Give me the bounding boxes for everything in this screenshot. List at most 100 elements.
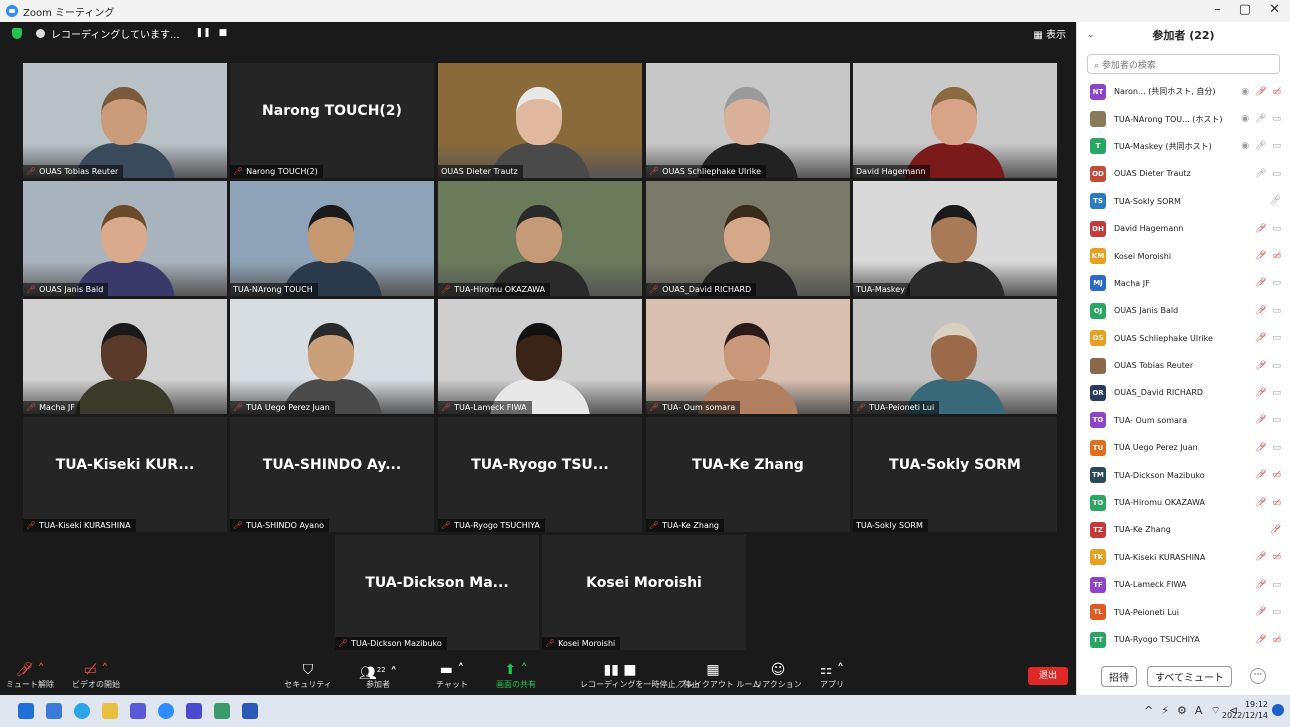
video-on-icon: ▭ <box>1272 360 1281 371</box>
file-explorer-icon[interactable] <box>102 703 118 719</box>
video-tile[interactable]: TUA-Dickson Ma... 🎤︎ TUA-Dickson Mazibuko <box>335 535 539 650</box>
apps-icon: ⚏ ˄ <box>819 662 844 678</box>
recording-icon: ◉ <box>1241 114 1250 125</box>
start-video-button[interactable]: ▭̸ ˄ ビデオの開始 <box>66 661 126 690</box>
clock[interactable]: 19:12 2022/12/14 <box>1222 699 1268 721</box>
video-tile[interactable]: 🎤︎ OUAS Janis Bald <box>23 181 227 296</box>
video-tile[interactable]: 🎤︎ TUA Uego Perez Juan <box>230 299 434 414</box>
video-tile[interactable]: TUA-Ryogo TSU... 🎤︎ TUA-Ryogo TSUCHIYA <box>438 417 642 532</box>
stop-recording-button[interactable]: ■ <box>219 28 228 38</box>
participant-row[interactable]: OS OUAS Schliephake Ulrike 🎤︎̸ ▭ <box>1077 325 1290 352</box>
zoom-taskbar-icon[interactable] <box>158 703 174 719</box>
participant-row[interactable]: TS TUA-Sokly SORM 🎤︎ <box>1077 188 1290 215</box>
recording-control-button[interactable]: ▮▮ ■ レコーディングを一時停止／停止 <box>580 661 699 690</box>
participant-row[interactable]: MJ Macha JF 🎤︎̸ ▭ <box>1077 270 1290 297</box>
invite-button[interactable]: 招待 <box>1101 666 1137 687</box>
participant-row[interactable]: TZ TUA-Ke Zhang 🎤︎̸ <box>1077 516 1290 543</box>
participant-name: TUA-Ke Zhang <box>1114 525 1171 535</box>
participants-button[interactable]: 👥︎22 ˄ 参加者 <box>348 661 408 690</box>
app-taskbar-icon[interactable] <box>186 703 202 719</box>
tile-name-text: TUA-Maskey <box>856 285 905 294</box>
view-button[interactable]: ▦ 表示 <box>1033 26 1066 41</box>
participant-search-input[interactable]: ⌕ 参加者の検索 <box>1087 54 1280 74</box>
app2-taskbar-icon[interactable] <box>214 703 230 719</box>
participant-row[interactable]: TF TUA-Lameck FIWA 🎤︎̸ ▭ <box>1077 571 1290 598</box>
video-tile[interactable]: 🎤︎ Macha JF <box>23 299 227 414</box>
video-tile[interactable]: 🎤︎ TUA-Peioneti Lui <box>853 299 1057 414</box>
wifi-icon[interactable]: ⌔ <box>1210 704 1220 718</box>
encryption-shield-icon[interactable] <box>12 27 22 39</box>
pause-recording-button[interactable]: ❚❚ <box>196 28 211 38</box>
leave-button[interactable]: 退出 <box>1028 667 1068 685</box>
windows-start-icon[interactable] <box>18 703 34 719</box>
video-tile[interactable]: TUA-NArong TOUCH <box>230 181 434 296</box>
participant-row[interactable]: TUA-NArong TOU... (ホスト) ◉ 🎤︎ ▭ <box>1077 105 1290 132</box>
participant-row[interactable]: KM Kosei Moroishi 🎤︎̸ ▭̸ <box>1077 242 1290 269</box>
tray-settings-icon[interactable]: ⚙ <box>1177 704 1187 718</box>
tray-chevron-icon[interactable]: ^ <box>1144 704 1153 718</box>
breakout-rooms-button[interactable]: ▦ ブレイクアウト ルーム <box>678 661 760 690</box>
notification-icon[interactable] <box>1272 704 1284 716</box>
chevron-down-icon[interactable]: ⌄ <box>1087 30 1095 40</box>
participant-row[interactable]: TM TUA-Dickson Mazibuko 🎤︎̸ ▭̸ <box>1077 461 1290 488</box>
participant-row[interactable]: TT TUA-Ryogo TSUCHIYA 🎤︎̸ ▭̸ <box>1077 626 1290 653</box>
maximize-button[interactable]: ▢ <box>1239 2 1251 17</box>
ime-indicator[interactable]: A <box>1195 704 1203 718</box>
apps-button[interactable]: ⚏ ˄ アプリ <box>802 661 862 690</box>
tile-name-text: TUA-Hiromu OKAZAWA <box>454 285 546 294</box>
tile-display-name: TUA-Ke Zhang <box>692 457 804 474</box>
participant-row[interactable]: TO TUA-Hiromu OKAZAWA 🎤︎̸ ▭̸ <box>1077 489 1290 516</box>
participant-name: TUA- Oum somara <box>1114 415 1188 425</box>
video-tile[interactable]: TUA-Sokly SORM TUA-Sokly SORM <box>853 417 1057 532</box>
participant-status-icons: 🎤︎̸ ▭ <box>1255 306 1281 316</box>
edge-browser-icon[interactable] <box>74 703 90 719</box>
participant-row[interactable]: OD OUAS Dieter Trautz 🎤︎ ▭ <box>1077 160 1290 187</box>
close-button[interactable]: ✕ <box>1269 2 1280 17</box>
reactions-button[interactable]: ☺ リアクション <box>748 661 808 690</box>
minimize-button[interactable]: – <box>1214 2 1221 17</box>
participant-row[interactable]: TL TUA-Peioneti Lui 🎤︎̸ ▭ <box>1077 598 1290 625</box>
chat-button[interactable]: ▬ ˄ チャット <box>422 661 482 690</box>
video-tile[interactable]: 🎤︎ OUAS_David RICHARD <box>646 181 850 296</box>
video-tile[interactable]: 🎤︎ TUA-Lameck FIWA <box>438 299 642 414</box>
video-tile[interactable]: TUA-Ke Zhang 🎤︎ TUA-Ke Zhang <box>646 417 850 532</box>
video-tile[interactable]: TUA-Kiseki KUR... 🎤︎ TUA-Kiseki KURASHINA <box>23 417 227 532</box>
participant-row[interactable]: OR OUAS_David RICHARD 🎤︎̸ ▭ <box>1077 379 1290 406</box>
search-taskbar-icon[interactable] <box>46 703 62 719</box>
participant-row[interactable]: DH David Hagemann 🎤︎̸ ▭ <box>1077 215 1290 242</box>
video-tile[interactable]: TUA-Maskey <box>853 181 1057 296</box>
share-screen-button[interactable]: ⬆ ˄ 画面の共有 <box>486 661 546 690</box>
video-tile[interactable]: Narong TOUCH(2) 🎤︎ Narong TOUCH(2) <box>230 63 434 178</box>
video-tile[interactable]: 🎤︎ TUA- Oum somara <box>646 299 850 414</box>
mute-all-button[interactable]: すべてミュート <box>1147 666 1232 687</box>
participant-row[interactable]: TK TUA-Kiseki KURASHINA 🎤︎̸ ▭̸ <box>1077 544 1290 571</box>
video-tile[interactable]: David Hagemann <box>853 63 1057 178</box>
smiley-icon: ☺ <box>770 662 786 678</box>
participant-face <box>516 87 562 145</box>
avatar: TZ <box>1090 521 1106 538</box>
participant-row[interactable]: TU TUA Uego Perez Juan 🎤︎̸ ▭ <box>1077 434 1290 461</box>
participant-row[interactable]: TO TUA- Oum somara 🎤︎̸ ▭ <box>1077 407 1290 434</box>
participant-row[interactable]: NT Naron... (共同ホスト, 自分) ◉ 🎤︎̸ ▭̸ <box>1077 78 1290 105</box>
mic-muted-icon: 🎤︎ <box>649 403 660 412</box>
participant-name: OUAS Schliephake Ulrike <box>1114 333 1213 343</box>
participant-status-icons: 🎤︎̸ ▭ <box>1255 333 1281 343</box>
participant-row[interactable]: OUAS Tobias Reuter 🎤︎̸ ▭ <box>1077 352 1290 379</box>
video-tile[interactable]: Kosei Moroishi 🎤︎ Kosei Moroishi <box>542 535 746 650</box>
tile-name-text: TUA-Peioneti Lui <box>869 403 935 412</box>
unmute-button[interactable]: 🎤︎̸ ˄ ミュート解除 <box>0 661 60 690</box>
video-tile[interactable]: OUAS Dieter Trautz <box>438 63 642 178</box>
more-options-button[interactable]: ··· <box>1249 668 1266 684</box>
teams-icon[interactable] <box>130 703 146 719</box>
participant-row[interactable]: T TUA-Maskey (共同ホスト) ◉ 🎤︎ ▭ <box>1077 133 1290 160</box>
tile-name-text: TUA-Dickson Mazibuko <box>351 639 442 648</box>
video-tile[interactable]: 🎤︎ TUA-Hiromu OKAZAWA <box>438 181 642 296</box>
word-icon[interactable] <box>242 703 258 719</box>
tray-app-icon[interactable]: ⚡ <box>1161 704 1169 718</box>
security-button[interactable]: ⛉ セキュリティ <box>278 661 338 690</box>
participant-row[interactable]: OJ OUAS Janis Bald 🎤︎̸ ▭ <box>1077 297 1290 324</box>
video-tile[interactable]: 🎤︎ OUAS Tobias Reuter <box>23 63 227 178</box>
video-tile[interactable]: 🎤︎ OUAS Schliephake Ulrike <box>646 63 850 178</box>
video-tile[interactable]: TUA-SHINDO Ay... 🎤︎ TUA-SHINDO Ayano <box>230 417 434 532</box>
windows-taskbar: ^ ⚡ ⚙ A ⌔ ⊲ 19:12 2022/12/14 <box>0 695 1290 727</box>
